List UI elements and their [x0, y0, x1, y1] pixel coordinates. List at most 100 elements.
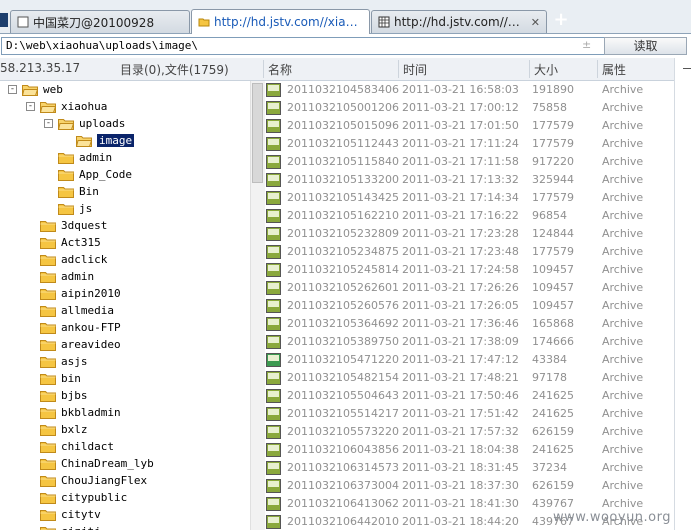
- tree-node[interactable]: - xiaohua: [26, 98, 107, 115]
- folder-icon: [58, 119, 74, 130]
- tree-node[interactable]: bjbs: [40, 387, 88, 404]
- file-size: 241625: [532, 407, 574, 420]
- file-row[interactable]: 20110321055142171...2011-03-21 17:51:42 2…: [264, 405, 691, 423]
- file-row[interactable]: 20110321063730046...2011-03-21 18:37:30 6…: [264, 477, 691, 495]
- tab-label: http://hd.jstv.com//xiaohua/...: [214, 15, 363, 29]
- tree-node[interactable]: bkbladmin: [40, 404, 121, 421]
- file-attr: Archive: [602, 191, 644, 204]
- file-row[interactable]: 20110321052328093...2011-03-21 17:23:28 1…: [264, 225, 691, 243]
- file-row[interactable]: 20110321052458140...2011-03-21 17:24:58 1…: [264, 261, 691, 279]
- file-row[interactable]: 20110321051434250...2011-03-21 17:14:34 1…: [264, 189, 691, 207]
- file-row[interactable]: 20110321053646921...2011-03-21 17:36:46 1…: [264, 315, 691, 333]
- column-time-header[interactable]: 时间: [403, 61, 427, 78]
- tree-node[interactable]: Act315: [40, 234, 101, 251]
- tree-node[interactable]: bxlz: [40, 421, 88, 438]
- column-name-header[interactable]: 名称: [268, 61, 292, 78]
- image-file-icon: [266, 479, 281, 493]
- tree-node[interactable]: allmedia: [40, 302, 114, 319]
- tree-node[interactable]: citytv: [40, 506, 101, 523]
- file-size: 37234: [532, 461, 567, 474]
- tree-node[interactable]: asjs: [40, 353, 88, 370]
- tree-node[interactable]: ChinaDream_lyb: [40, 455, 154, 472]
- column-size-header[interactable]: 大小: [534, 61, 558, 78]
- collapse-icon[interactable]: -: [8, 85, 17, 94]
- file-attr: Archive: [602, 497, 644, 510]
- file-row[interactable]: 20110321052626015...2011-03-21 17:26:26 1…: [264, 279, 691, 297]
- tree-node[interactable]: areavideo: [40, 336, 121, 353]
- tree-node[interactable]: Bin: [58, 183, 99, 200]
- file-row[interactable]: 20110321060438562...2011-03-21 18:04:38 2…: [264, 441, 691, 459]
- file-row[interactable]: 20110321063145734...2011-03-21 18:31:45 3…: [264, 459, 691, 477]
- tree-node[interactable]: cjzjtj: [40, 523, 101, 530]
- file-row[interactable]: 20110321050012062...2011-03-21 17:00:12 7…: [264, 99, 691, 117]
- image-file-icon: [266, 227, 281, 241]
- file-attr: Archive: [602, 245, 644, 258]
- file-row[interactable]: 20110321051622109...2011-03-21 17:16:22 9…: [264, 207, 691, 225]
- tree-node[interactable]: ChouJiangFlex: [40, 472, 147, 489]
- file-size: 97178: [532, 371, 567, 384]
- folder-icon: [40, 289, 56, 300]
- folder-icon: [22, 85, 38, 96]
- file-row[interactable]: 20110321054821546...2011-03-21 17:48:21 9…: [264, 369, 691, 387]
- file-size: 174666: [532, 335, 574, 348]
- tab-jstv[interactable]: http://hd.jstv.com//xiaohua/... ✕: [371, 10, 547, 33]
- file-row[interactable]: 20110321055046437...2011-03-21 17:50:46 2…: [264, 387, 691, 405]
- folder-icon: [40, 408, 56, 419]
- tab-caidao[interactable]: 中国菜刀@20100928: [10, 10, 190, 33]
- file-attr: Archive: [602, 425, 644, 438]
- file-name: 20110321052626015...: [287, 281, 399, 294]
- file-row[interactable]: 20110321055732203...2011-03-21 17:57:32 6…: [264, 423, 691, 441]
- image-file-icon: [266, 281, 281, 295]
- tree-node[interactable]: bin: [40, 370, 81, 387]
- file-row[interactable]: 2011032104583406.j...2011-03-21 16:58:03…: [264, 81, 691, 99]
- tab-jstv-active[interactable]: http://hd.jstv.com//xiaohua/...: [191, 9, 370, 34]
- tree-node[interactable]: App_Code: [58, 166, 132, 183]
- file-row[interactable]: 20110321054712203...2011-03-21 17:47:12 4…: [264, 351, 691, 369]
- folder-icon: [76, 136, 92, 147]
- file-row[interactable]: 20110321051124437...2011-03-21 17:11:24 1…: [264, 135, 691, 153]
- tree-node[interactable]: adclick: [40, 251, 107, 268]
- path-dropdown[interactable]: ±: [582, 38, 591, 51]
- tree-node-label: allmedia: [61, 304, 114, 317]
- file-name: 20110321051332000...: [287, 173, 399, 186]
- folder-icon: [58, 204, 74, 215]
- file-row[interactable]: 20110321051158406...2011-03-21 17:11:58 9…: [264, 153, 691, 171]
- tree-node[interactable]: 3dquest: [40, 217, 107, 234]
- new-tab-button[interactable]: +: [551, 11, 571, 31]
- tree-node[interactable]: - uploads: [44, 115, 125, 132]
- image-file-icon: [266, 497, 281, 511]
- collapse-icon[interactable]: -: [26, 102, 35, 111]
- tree-node[interactable]: - web: [8, 81, 63, 98]
- folder-icon: [40, 527, 56, 530]
- tree-node[interactable]: admin: [58, 149, 112, 166]
- scrollbar-thumb[interactable]: [252, 83, 263, 183]
- tree-node-label: Bin: [79, 185, 99, 198]
- tree-node[interactable]: aipin2010: [40, 285, 121, 302]
- file-name: 20110321063730046...: [287, 479, 399, 492]
- tree-node[interactable]: childact: [40, 438, 114, 455]
- tree-scrollbar[interactable]: [250, 81, 265, 530]
- file-time: 2011-03-21 17:16:22: [402, 209, 519, 222]
- close-tab-icon[interactable]: ✕: [531, 16, 540, 29]
- tree-node[interactable]: ankou-FTP: [40, 319, 121, 336]
- file-attr: Archive: [602, 227, 644, 240]
- tree-node-label: adclick: [61, 253, 108, 266]
- tree-node[interactable]: js: [58, 200, 92, 217]
- file-row[interactable]: 20110321050150968...2011-03-21 17:01:50 1…: [264, 117, 691, 135]
- tree-node[interactable]: image: [76, 132, 135, 149]
- file-row[interactable]: 20110321051332000...2011-03-21 17:13:32 3…: [264, 171, 691, 189]
- read-button[interactable]: 读取: [604, 37, 687, 55]
- file-row[interactable]: 20110321052605765.j...2011-03-21 17:26:0…: [264, 297, 691, 315]
- column-attr-header[interactable]: 属性: [602, 61, 626, 78]
- file-row[interactable]: 20110321052348750...2011-03-21 17:23:48 1…: [264, 243, 691, 261]
- file-time: 2011-03-21 17:23:48: [402, 245, 519, 258]
- file-attr: Archive: [602, 209, 644, 222]
- path-input[interactable]: D:\web\xiaohua\uploads\image\: [1, 37, 621, 55]
- tree-node[interactable]: admin: [40, 268, 94, 285]
- tree-node-label: areavideo: [61, 338, 121, 351]
- collapse-icon[interactable]: -: [44, 119, 53, 128]
- file-name: 20110321063145734...: [287, 461, 399, 474]
- image-file-icon: [266, 101, 281, 115]
- file-row[interactable]: 20110321053897501...2011-03-21 17:38:09 1…: [264, 333, 691, 351]
- tree-node[interactable]: citypublic: [40, 489, 127, 506]
